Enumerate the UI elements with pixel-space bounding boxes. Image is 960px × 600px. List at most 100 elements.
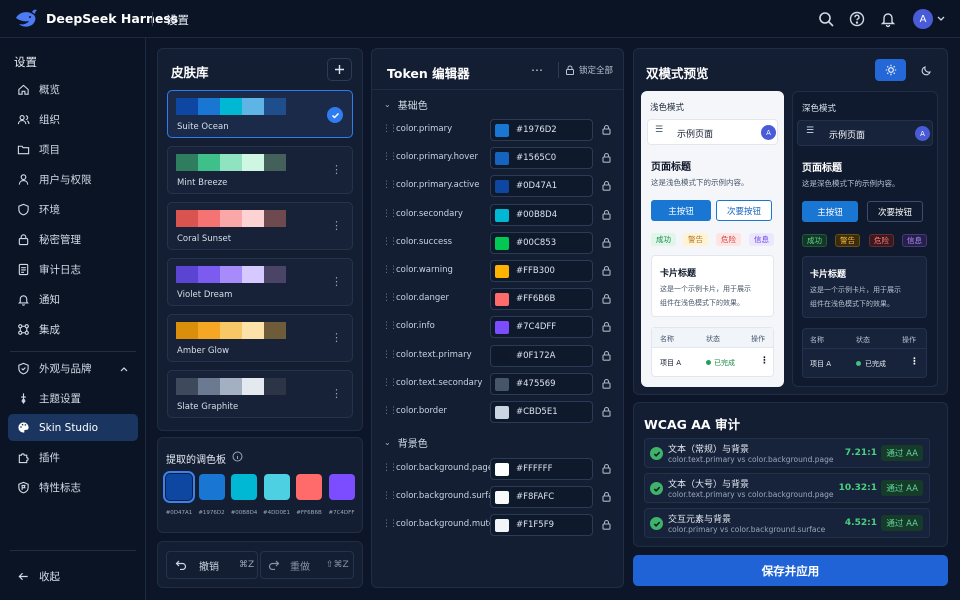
avatar[interactable]: A	[761, 125, 776, 140]
save-apply-button[interactable]: 保存并应用	[633, 555, 948, 586]
token-color-input[interactable]: #FF6B6B	[490, 288, 593, 311]
user-avatar[interactable]: A	[913, 9, 933, 29]
dark-mode-toggle[interactable]	[912, 59, 940, 81]
sidebar-item-plugins[interactable]: 插件	[8, 444, 138, 471]
color-swatch[interactable]	[495, 349, 509, 363]
color-swatch[interactable]	[495, 463, 509, 476]
lock-icon[interactable]	[601, 237, 612, 248]
more-options-icon[interactable]: ⋮	[331, 164, 342, 175]
chevron-down-icon[interactable]	[937, 16, 945, 22]
color-swatch[interactable]	[495, 321, 509, 335]
drag-handle-icon[interactable]: ⋮⋮	[382, 519, 398, 529]
token-color-input[interactable]: #FFB300	[490, 260, 593, 282]
token-color-input[interactable]: #FFFFFF	[490, 458, 593, 480]
sidebar-item-organization[interactable]: 组织	[8, 106, 138, 133]
skin-card[interactable]: Suite Ocean	[167, 90, 353, 138]
menu-icon[interactable]: ☰	[806, 126, 814, 136]
skin-card[interactable]: Mint Breeze ⋮	[167, 146, 353, 194]
lock-icon[interactable]	[601, 463, 612, 474]
sidebar-item-secrets[interactable]: 秘密管理	[8, 226, 138, 253]
more-options-icon[interactable]: ⋮	[331, 388, 342, 399]
lock-icon[interactable]	[601, 519, 612, 531]
sidebar-item-notifications[interactable]: 通知	[8, 286, 138, 313]
token-color-input[interactable]: #00B8D4	[490, 203, 593, 226]
group-background-colors-header[interactable]: ⌄ 背景色	[384, 435, 428, 450]
palette-swatch[interactable]	[198, 474, 225, 500]
add-skin-button[interactable]	[327, 58, 352, 81]
drag-handle-icon[interactable]: ⋮⋮	[382, 209, 398, 219]
lock-icon[interactable]	[601, 406, 612, 417]
chevron-up-icon[interactable]	[120, 366, 128, 372]
color-swatch[interactable]	[495, 406, 509, 419]
sidebar-item-audit-log[interactable]: 审计日志	[8, 256, 138, 283]
drag-handle-icon[interactable]: ⋮⋮	[382, 124, 398, 134]
lock-icon[interactable]	[601, 378, 612, 389]
drag-handle-icon[interactable]: ⋮⋮	[382, 180, 398, 190]
color-swatch[interactable]	[495, 293, 509, 307]
token-color-input[interactable]: #1565C0	[490, 147, 593, 170]
token-color-input[interactable]: #475569	[490, 372, 593, 395]
color-swatch[interactable]	[495, 124, 509, 137]
menu-icon[interactable]: ☰	[655, 125, 663, 135]
bell-icon[interactable]	[879, 10, 897, 28]
more-options-icon[interactable]: ⋮	[331, 332, 342, 343]
drag-handle-icon[interactable]: ⋮⋮	[382, 378, 398, 388]
color-swatch[interactable]	[495, 519, 509, 533]
color-swatch[interactable]	[495, 152, 509, 166]
palette-swatch[interactable]	[296, 474, 322, 500]
sidebar-item-appearance[interactable]: 外观与品牌	[8, 355, 138, 382]
sidebar-item-overview[interactable]: 概览	[8, 76, 138, 103]
drag-handle-icon[interactable]: ⋮⋮	[382, 265, 398, 275]
help-icon[interactable]	[848, 10, 866, 28]
primary-button[interactable]: 主按钮	[802, 201, 858, 222]
token-color-input[interactable]: #00C853	[490, 231, 593, 254]
skin-card[interactable]: Violet Dream ⋮	[167, 258, 353, 306]
more-options-icon[interactable]: ⋯	[531, 63, 543, 77]
lock-icon[interactable]	[601, 321, 612, 333]
more-options-icon[interactable]: ⋮	[331, 276, 342, 287]
redo-button[interactable]: 重做 ⇧⌘Z	[260, 551, 354, 579]
lock-icon[interactable]	[601, 124, 612, 135]
light-mode-toggle[interactable]	[875, 59, 906, 81]
sidebar-item-theme-settings[interactable]: 主题设置	[8, 385, 138, 412]
palette-swatch[interactable]	[263, 474, 290, 500]
collapse-sidebar-button[interactable]: 收起	[8, 563, 138, 590]
token-color-input[interactable]: #F1F5F9	[490, 514, 593, 537]
skin-card[interactable]: Amber Glow ⋮	[167, 314, 353, 362]
sidebar-item-feature-flags[interactable]: 特性标志	[8, 474, 138, 501]
sidebar-item-skin-studio[interactable]: Skin Studio	[8, 414, 138, 441]
drag-handle-icon[interactable]: ⋮⋮	[382, 152, 398, 162]
drag-handle-icon[interactable]: ⋮⋮	[382, 350, 398, 360]
lock-icon[interactable]	[601, 152, 612, 163]
lock-icon[interactable]	[601, 265, 612, 276]
token-color-input[interactable]: #1976D2	[490, 119, 593, 141]
search-icon[interactable]	[817, 10, 835, 28]
color-swatch[interactable]	[495, 491, 509, 505]
row-menu-icon[interactable]: ⋮	[910, 357, 919, 367]
drag-handle-icon[interactable]: ⋮⋮	[382, 293, 398, 303]
secondary-button[interactable]: 次要按钮	[716, 200, 772, 221]
palette-swatch[interactable]	[231, 474, 257, 500]
lock-all-button[interactable]: 锁定全部	[558, 62, 614, 78]
drag-handle-icon[interactable]: ⋮⋮	[382, 237, 398, 247]
lock-icon[interactable]	[601, 293, 612, 304]
sidebar-item-integrations[interactable]: 集成	[8, 316, 138, 343]
lock-icon[interactable]	[601, 350, 612, 361]
drag-handle-icon[interactable]: ⋮⋮	[382, 406, 398, 416]
drag-handle-icon[interactable]: ⋮⋮	[382, 491, 398, 501]
drag-handle-icon[interactable]: ⋮⋮	[382, 321, 398, 331]
token-color-input[interactable]: #0D47A1	[490, 175, 593, 198]
color-swatch[interactable]	[495, 265, 509, 278]
lock-icon[interactable]	[601, 209, 612, 220]
token-color-input[interactable]: #CBD5E1	[490, 401, 593, 423]
row-menu-icon[interactable]: ⋮	[760, 356, 769, 366]
color-swatch[interactable]	[495, 208, 509, 222]
avatar[interactable]: A	[915, 126, 930, 141]
group-base-colors-header[interactable]: ⌄ 基础色	[384, 97, 428, 112]
lock-icon[interactable]	[601, 491, 612, 502]
undo-button[interactable]: 撤销 ⌘Z	[166, 551, 258, 579]
sidebar-item-environments[interactable]: 环境	[8, 196, 138, 223]
token-color-input[interactable]: #F8FAFC	[490, 486, 593, 509]
info-icon[interactable]	[232, 451, 243, 462]
sidebar-item-projects[interactable]: 项目	[8, 136, 138, 163]
